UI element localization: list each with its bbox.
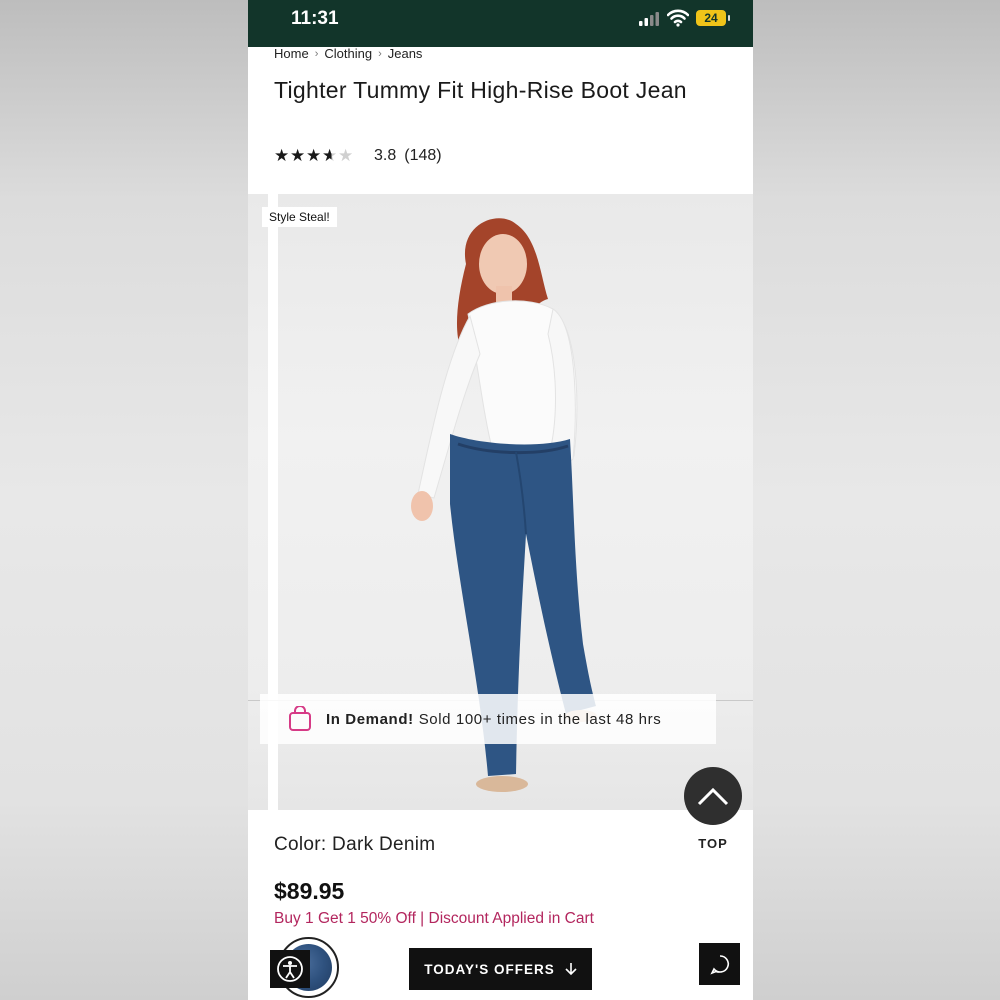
star-full-icon: ★	[306, 146, 322, 165]
star-full-icon: ★	[274, 146, 290, 165]
breadcrumb-clothing[interactable]: Clothing	[324, 46, 372, 61]
breadcrumb-jeans[interactable]: Jeans	[388, 46, 423, 61]
shopping-bag-icon	[288, 706, 312, 732]
chevron-up-icon	[697, 787, 729, 806]
star-full-icon: ★	[290, 146, 306, 165]
scroll-to-top-button[interactable]	[684, 767, 742, 825]
rating-value: 3.8	[374, 147, 397, 164]
chevron-right-icon: ›	[378, 47, 382, 60]
rating-stars: ★ ★ ★ ★ ★	[274, 146, 354, 166]
chat-button[interactable]	[699, 943, 740, 985]
accessibility-icon	[277, 956, 303, 982]
star-partial-icon: ★	[322, 146, 338, 165]
in-demand-text: Sold 100+ times in the last 48 hrs	[418, 710, 662, 728]
style-steal-badge: Style Steal!	[262, 207, 337, 227]
chat-bubble-icon	[709, 955, 729, 975]
in-demand-label: In Demand!	[326, 710, 414, 728]
in-demand-banner: In Demand! Sold 100+ times in the last 4…	[260, 694, 716, 744]
battery-indicator: 24	[696, 10, 730, 26]
cellular-signal-icon	[639, 12, 659, 26]
wifi-icon	[667, 9, 689, 27]
arrow-down-icon	[565, 963, 577, 976]
phone-screen: 11:31 24 Home › Clothing › Jeans Tighter…	[248, 0, 753, 1000]
product-title: Tighter Tummy Fit High-Rise Boot Jean	[274, 77, 687, 103]
accessibility-button[interactable]	[270, 950, 310, 988]
product-price: $89.95	[274, 878, 345, 904]
breadcrumb-home[interactable]: Home	[274, 46, 309, 61]
color-label: Color: Dark Denim	[274, 834, 436, 855]
chevron-right-icon: ›	[314, 47, 319, 60]
scroll-to-top-label[interactable]: TOP	[684, 836, 742, 851]
status-bar: 11:31 24	[248, 0, 753, 47]
product-image[interactable]: Style Steal! In Demand! Sold 100+ times …	[248, 194, 753, 810]
promo-text: Buy 1 Get 1 50% Off | Discount Applied i…	[274, 910, 594, 927]
product-rating[interactable]: ★ ★ ★ ★ ★ 3.8 (148)	[274, 146, 442, 166]
todays-offers-button[interactable]: TODAY'S OFFERS	[409, 948, 592, 990]
star-empty-icon: ★	[338, 146, 354, 165]
review-count[interactable]: (148)	[404, 147, 441, 165]
status-time: 11:31	[291, 8, 339, 29]
breadcrumb: Home › Clothing › Jeans	[274, 46, 422, 61]
todays-offers-label: TODAY'S OFFERS	[424, 961, 555, 977]
